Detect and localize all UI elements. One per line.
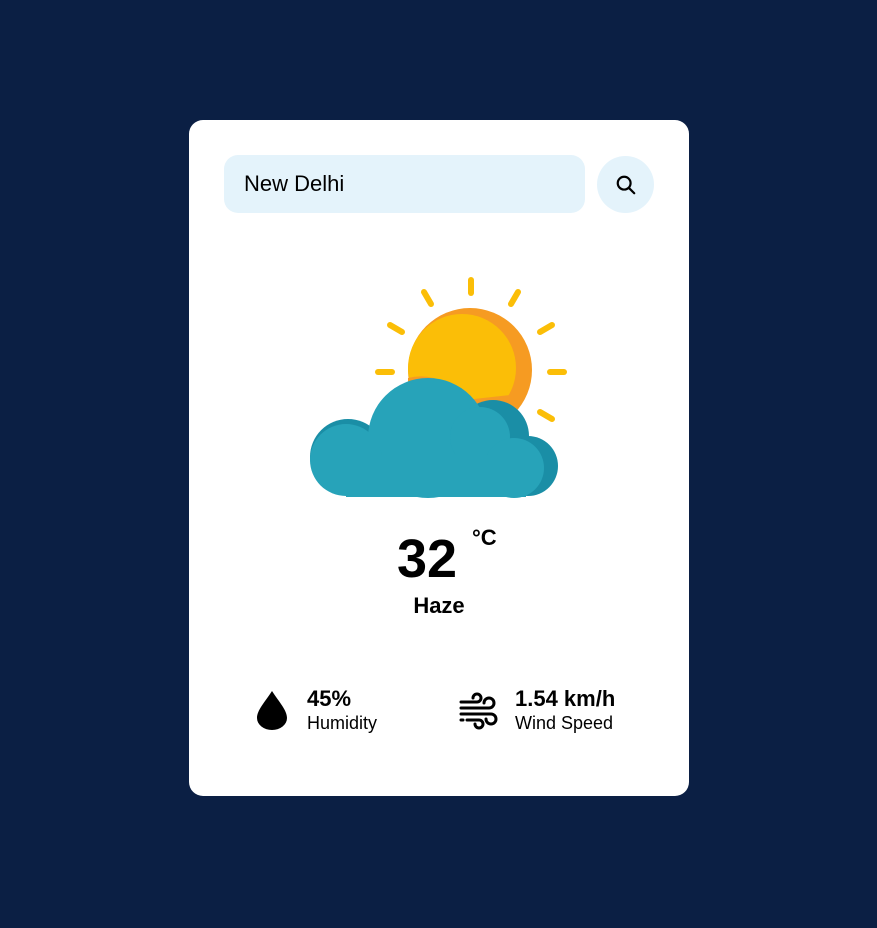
humidity-stat: 45% Humidity xyxy=(255,686,377,734)
weather-card: 32 °C Haze 45% Humidity 1.54 km/h Wind S… xyxy=(189,120,689,796)
wind-speed-value: 1.54 km/h xyxy=(515,686,616,711)
sun-behind-cloud-icon xyxy=(310,277,567,498)
water-drop-icon xyxy=(257,691,287,730)
city-search-input[interactable] xyxy=(224,155,585,213)
temperature-value: 32 xyxy=(396,529,458,589)
wind-speed-label: Wind Speed xyxy=(515,713,614,733)
temperature: 32 xyxy=(189,528,689,590)
humidity-value: 45% xyxy=(307,686,352,711)
wind-icon xyxy=(459,692,498,730)
temperature-unit: °C xyxy=(472,525,497,550)
wind-stat: 1.54 km/h Wind Speed xyxy=(459,686,615,734)
search-button[interactable] xyxy=(597,156,654,213)
search-icon xyxy=(616,175,635,194)
weather-condition: Haze xyxy=(413,593,465,618)
humidity-label: Humidity xyxy=(307,713,378,733)
